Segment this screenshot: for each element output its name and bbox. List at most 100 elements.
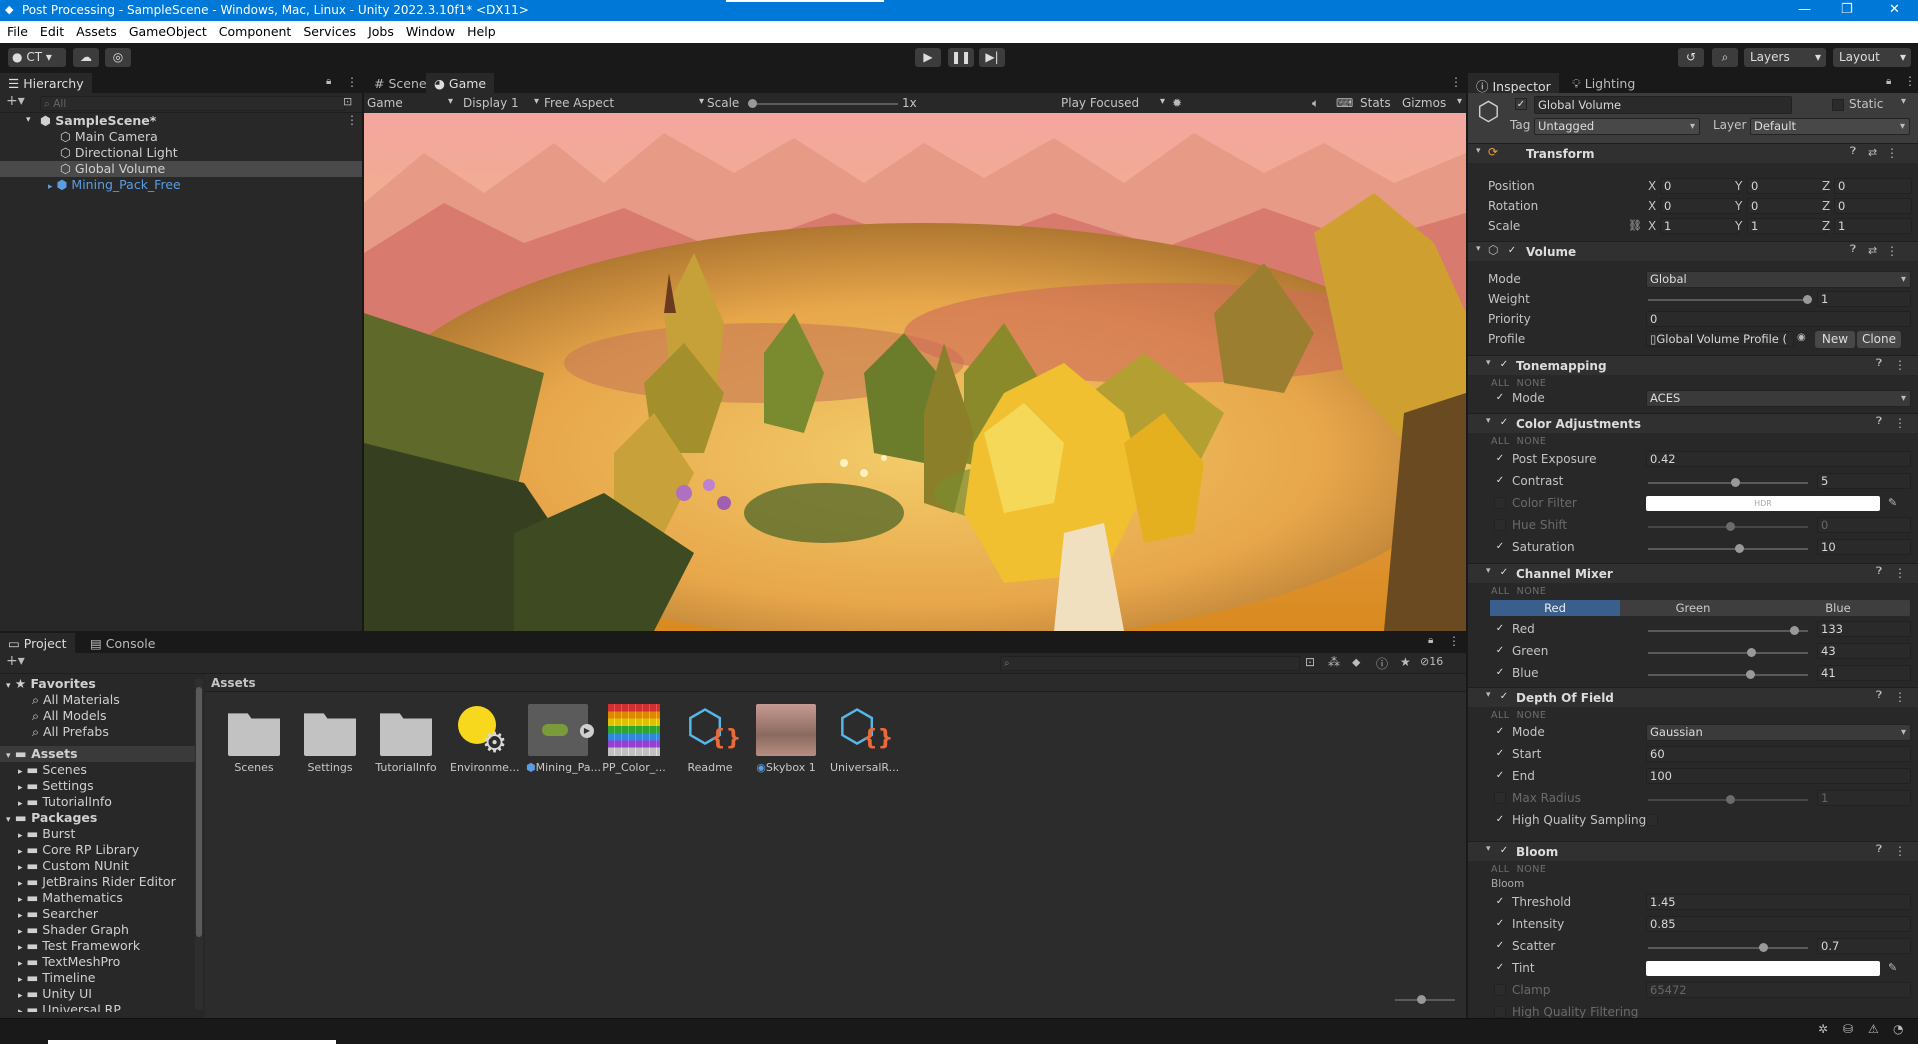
menu-assets[interactable]: Assets xyxy=(76,21,117,42)
favorite-all-materials[interactable]: ⌕ All Materials xyxy=(32,692,120,708)
minimize-icon[interactable]: — xyxy=(1798,2,1811,17)
search-by-type-icon[interactable]: ⊡ xyxy=(1305,655,1315,669)
star-icon[interactable]: ★ xyxy=(1400,655,1411,669)
pause-button[interactable]: ❚❚ xyxy=(948,48,974,67)
debug-icon[interactable]: ✲ xyxy=(1818,1022,1828,1036)
depth-of-field-header[interactable]: ▾ ✓ Depth Of Field ❓︎ ⋮ xyxy=(1468,687,1918,707)
dof-max-radius-slider[interactable] xyxy=(1648,795,1808,804)
favorites-group[interactable]: ▾ ★ Favorites xyxy=(6,676,96,691)
none-button[interactable]: NONE xyxy=(1517,436,1547,447)
override-checkbox[interactable]: ✓ xyxy=(1494,896,1506,908)
active-checkbox[interactable]: ✓ xyxy=(1515,98,1527,110)
close-icon[interactable]: ✕ xyxy=(1889,2,1900,17)
tonemapping-header[interactable]: ▾ ✓ Tonemapping ❓︎ ⋮ xyxy=(1468,355,1918,375)
expand-arrow-icon[interactable]: ▾ xyxy=(1486,566,1491,576)
help-icon[interactable]: ❓︎ xyxy=(1876,690,1882,701)
rotation-x[interactable]: 0 xyxy=(1660,198,1740,214)
kebab-menu-icon[interactable]: ⋮ xyxy=(1450,75,1462,89)
bloom-scatter-field[interactable]: 0.7 xyxy=(1817,938,1911,954)
expand-arrow-icon[interactable]: ▾ xyxy=(26,115,31,125)
position-z[interactable]: 0 xyxy=(1834,178,1912,194)
package-item[interactable]: ▸ ▬ Shader Graph xyxy=(18,922,129,937)
package-item[interactable]: ▸ ▬ Core RP Library xyxy=(18,842,139,857)
hue-shift-field[interactable]: 0 xyxy=(1817,517,1911,533)
bloom-clamp-field[interactable]: 65472 xyxy=(1646,982,1911,998)
dof-max-radius-field[interactable]: 1 xyxy=(1817,790,1911,806)
override-checkbox[interactable] xyxy=(1494,1006,1506,1018)
menu-gameobject[interactable]: GameObject xyxy=(129,21,207,42)
kebab-menu-icon[interactable]: ⋮ xyxy=(1448,634,1460,648)
color-filter-swatch[interactable]: HDR xyxy=(1646,496,1880,511)
none-button[interactable]: NONE xyxy=(1517,378,1547,389)
override-checkbox[interactable]: ✓ xyxy=(1494,726,1506,738)
dof-end-field[interactable]: 100 xyxy=(1646,768,1911,784)
play-mode-dropdown[interactable]: Play Focused ▾ xyxy=(1061,96,1165,110)
package-item[interactable]: ▸ ▬ TextMeshPro xyxy=(18,954,120,969)
override-checkbox[interactable]: ✓ xyxy=(1494,453,1506,465)
menu-component[interactable]: Component xyxy=(219,21,292,42)
channel-tab-blue[interactable]: Blue xyxy=(1766,600,1910,616)
tab-game[interactable]: ◕ Game xyxy=(426,73,495,93)
override-checkbox[interactable] xyxy=(1494,519,1506,531)
expand-arrow-icon[interactable]: ▾ xyxy=(1486,358,1491,368)
tag-icon[interactable]: ⬥ xyxy=(1352,655,1360,670)
asset-scenes-folder[interactable]: Scenes xyxy=(222,704,286,774)
account-button[interactable]: ● CT ▾ xyxy=(8,48,66,67)
tag-dropdown[interactable]: Untagged xyxy=(1534,118,1700,135)
help-icon[interactable]: ❓︎ xyxy=(1876,566,1882,577)
hue-shift-slider[interactable] xyxy=(1648,522,1808,531)
kebab-menu-icon[interactable]: ⋮ xyxy=(346,75,358,89)
hierarchy-item-global-volume[interactable]: ⬡ Global Volume xyxy=(60,161,165,176)
override-checkbox[interactable] xyxy=(1494,792,1506,804)
folder-tutorialinfo[interactable]: ▸ ▬ TutorialInfo xyxy=(18,794,112,809)
search-options-icon[interactable]: ⊡ xyxy=(343,95,352,108)
expand-arrow-icon[interactable]: ▾ xyxy=(1486,416,1491,426)
hierarchy-item-directional-light[interactable]: ⬡ Directional Light xyxy=(60,145,178,160)
override-checkbox[interactable]: ✓ xyxy=(1494,814,1506,826)
link-icon[interactable]: ⛓ xyxy=(1628,219,1642,232)
override-checkbox[interactable]: ✓ xyxy=(1494,962,1506,974)
volume-mode-dropdown[interactable]: Global xyxy=(1646,271,1911,288)
saturation-field[interactable]: 10 xyxy=(1817,539,1911,555)
package-item[interactable]: ▸ ▬ Searcher xyxy=(18,906,98,921)
mixer-blue-field[interactable]: 41 xyxy=(1817,665,1911,681)
color-adjustments-header[interactable]: ▾ ✓ Color Adjustments ❓︎ ⋮ xyxy=(1468,413,1918,433)
override-checkbox[interactable]: ✓ xyxy=(1494,541,1506,553)
override-checkbox[interactable] xyxy=(1494,984,1506,996)
project-search-input[interactable]: ⌕ xyxy=(1000,656,1300,671)
rotation-z[interactable]: 0 xyxy=(1834,198,1912,214)
menu-help[interactable]: Help xyxy=(467,21,496,42)
mixer-red-field[interactable]: 133 xyxy=(1817,621,1911,637)
cache-icon[interactable]: ⛁ xyxy=(1843,1022,1853,1036)
assets-folder[interactable]: ▾ ▬ Assets xyxy=(6,746,78,761)
bloom-tint-swatch[interactable] xyxy=(1646,961,1880,976)
expand-arrow-icon[interactable]: ▾ xyxy=(1486,844,1491,854)
profile-new-button[interactable]: New xyxy=(1815,331,1855,348)
asset-pp-color-lut[interactable]: PP_Color_... xyxy=(602,704,666,774)
tab-console[interactable]: ▤ Console xyxy=(82,633,163,653)
channel-tab-red[interactable]: Red xyxy=(1490,600,1620,616)
dof-start-field[interactable]: 60 xyxy=(1646,746,1911,762)
menu-window[interactable]: Window xyxy=(406,21,455,42)
package-item[interactable]: ▸ ▬ Custom NUnit xyxy=(18,858,129,873)
help-icon[interactable]: ❓︎ xyxy=(1876,358,1882,369)
breadcrumb[interactable]: Assets xyxy=(211,676,256,690)
override-checkbox[interactable]: ✓ xyxy=(1494,667,1506,679)
network-icon[interactable]: ⚠ xyxy=(1868,1022,1879,1036)
package-item[interactable]: ▸ ▬ Burst xyxy=(18,826,75,841)
tab-lighting[interactable]: 💡︎ Lighting xyxy=(1564,73,1643,93)
all-button[interactable]: ALL xyxy=(1491,436,1510,447)
transform-header[interactable]: ▾ ⟳ Transform ❓︎ ⇄ ⋮ xyxy=(1468,143,1918,163)
menu-services[interactable]: Services xyxy=(303,21,356,42)
menu-jobs[interactable]: Jobs xyxy=(368,21,394,42)
mixer-green-slider[interactable] xyxy=(1648,648,1808,657)
scale-y[interactable]: 1 xyxy=(1747,218,1827,234)
volume-enabled-checkbox[interactable]: ✓ xyxy=(1506,245,1518,257)
history-button[interactable]: ↺ xyxy=(1678,48,1704,67)
keyboard-icon[interactable]: ⌨ xyxy=(1336,96,1353,110)
menu-file[interactable]: File xyxy=(7,21,28,42)
mixer-blue-slider[interactable] xyxy=(1648,670,1808,679)
channel-mixer-enabled-checkbox[interactable]: ✓ xyxy=(1498,567,1510,579)
override-menu-icon[interactable]: ⋮ xyxy=(1894,844,1906,858)
bloom-enabled-checkbox[interactable]: ✓ xyxy=(1498,845,1510,857)
